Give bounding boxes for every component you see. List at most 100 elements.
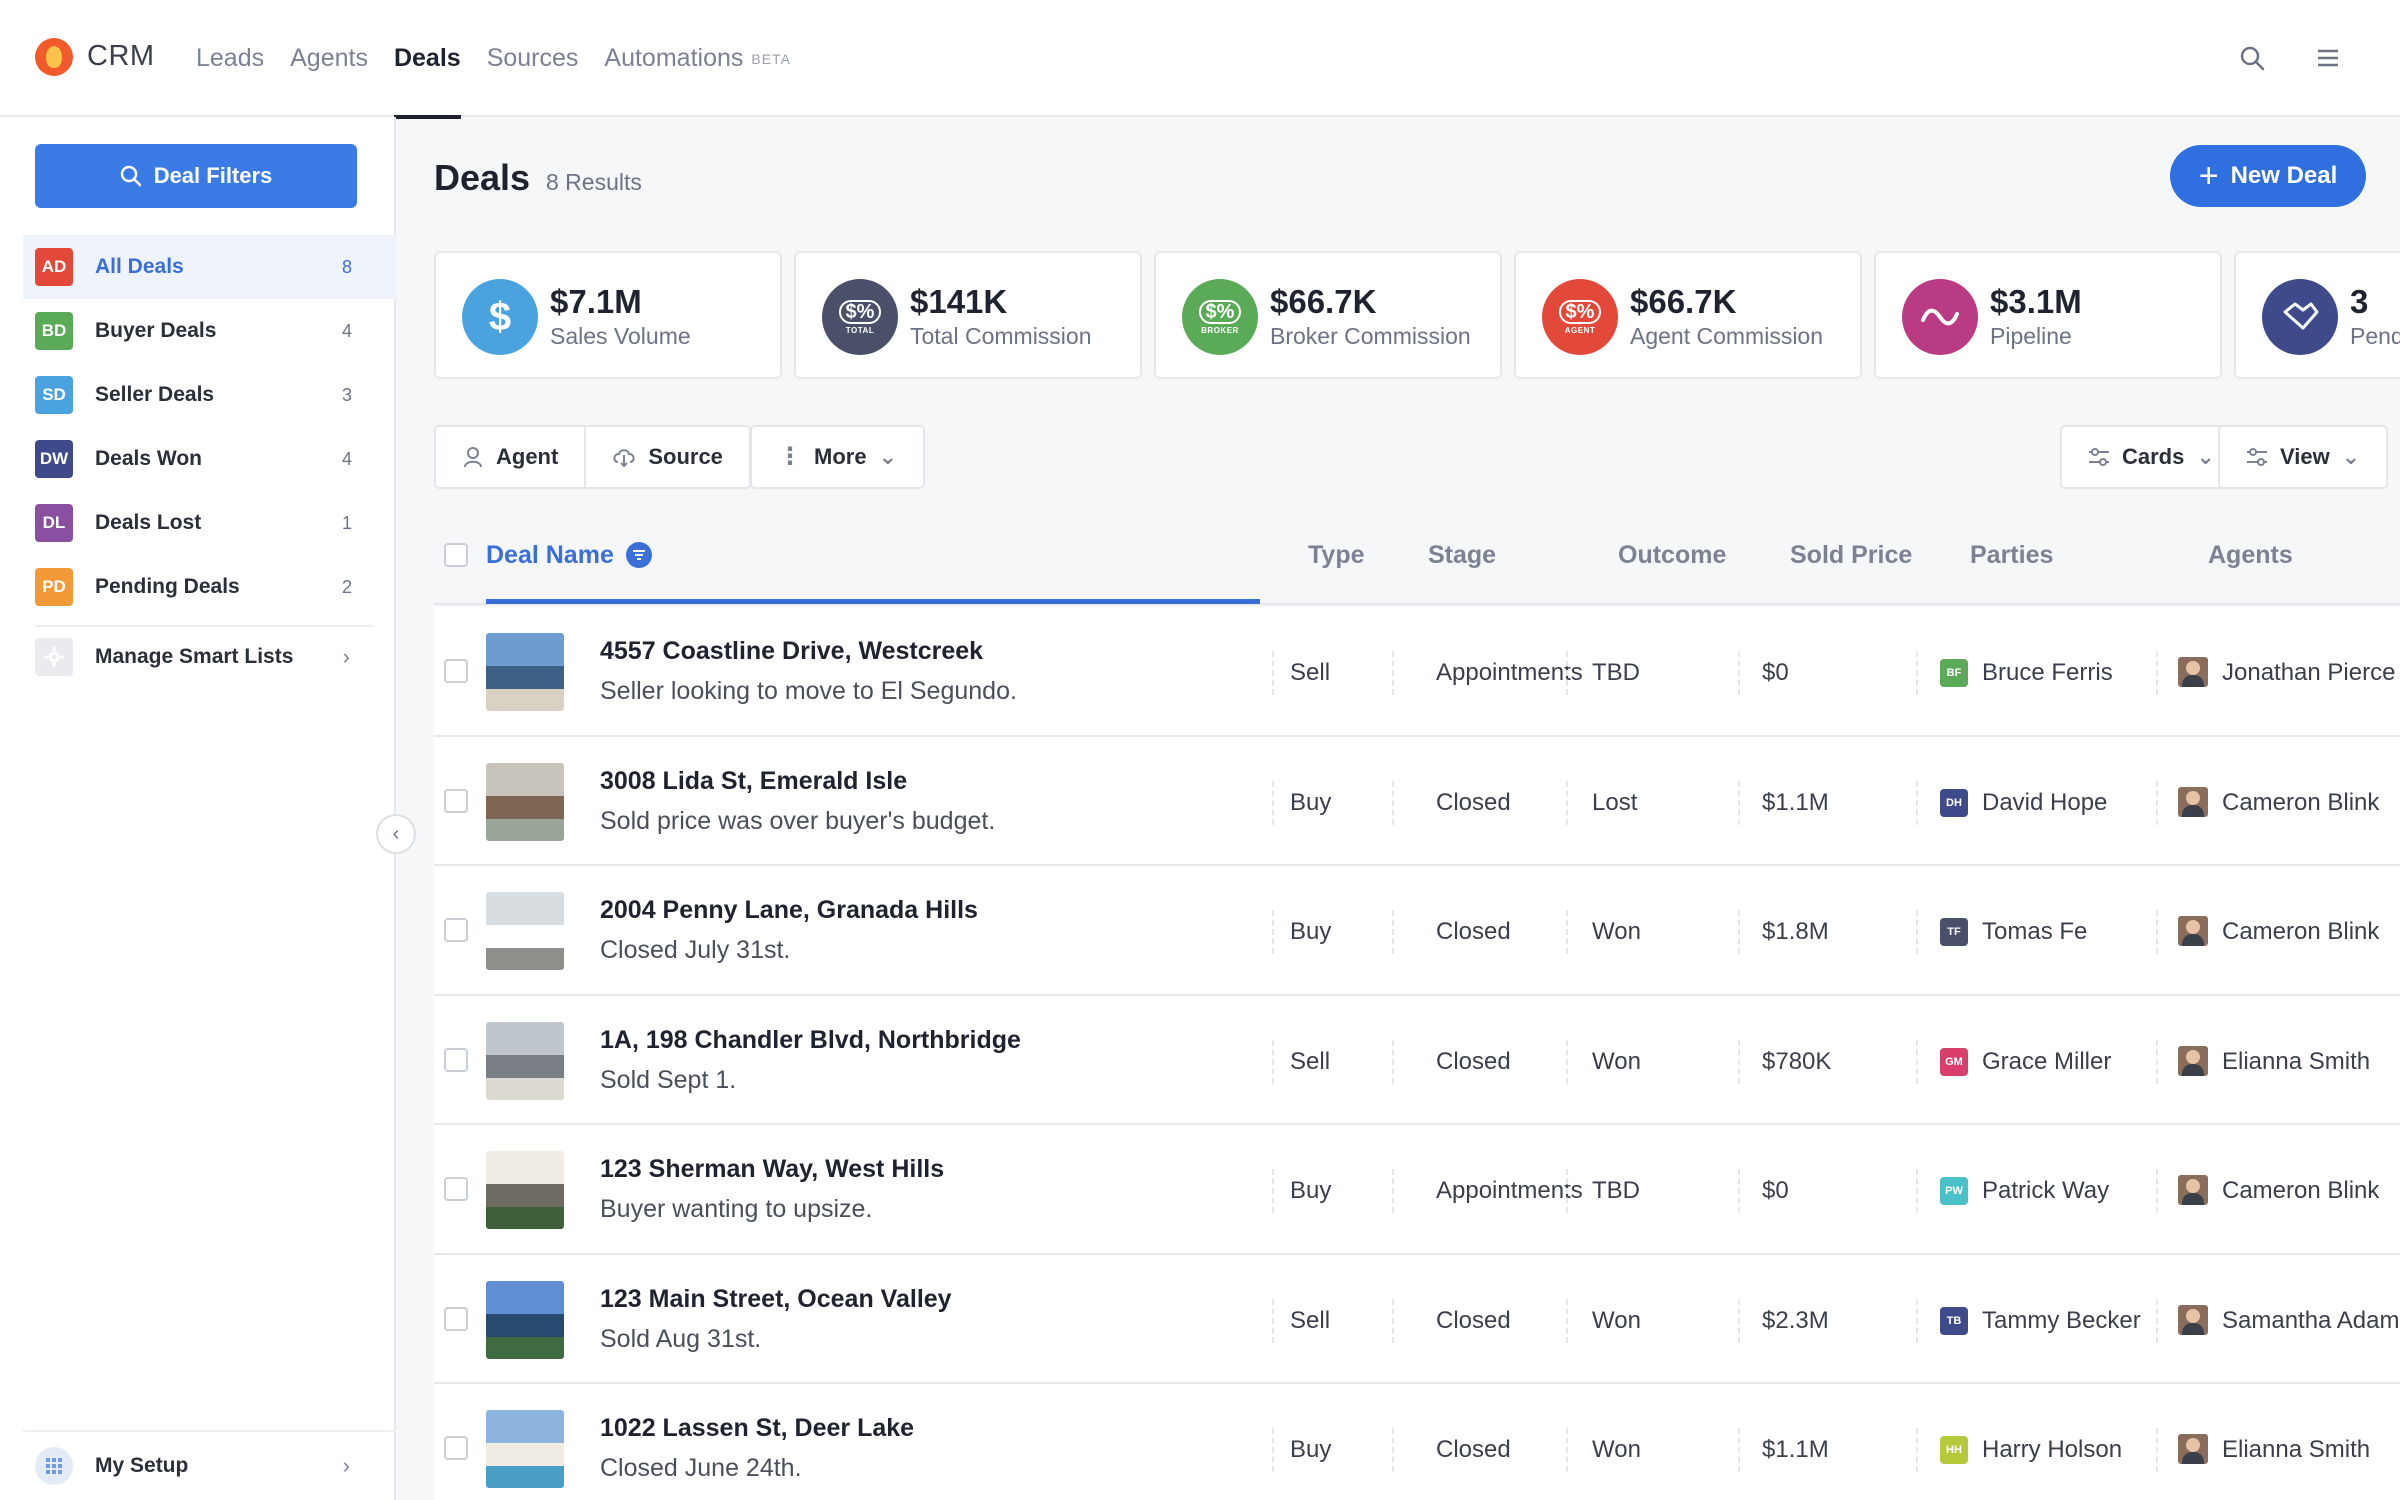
- agent-name[interactable]: Samantha Adam: [2222, 1307, 2399, 1335]
- nav-sources[interactable]: Sources: [487, 0, 579, 117]
- agent-filter-button[interactable]: Agent: [436, 427, 584, 487]
- column-agents[interactable]: Agents: [2208, 507, 2293, 603]
- deal-filters-label: Deal Filters: [153, 163, 273, 188]
- stat-card[interactable]: $ $7.1M Sales Volume: [434, 251, 782, 379]
- stat-card[interactable]: $% AGENT $66.7K Agent Commission: [1514, 251, 1862, 379]
- deal-name[interactable]: 1022 Lassen St, Deer Lake: [600, 1414, 914, 1443]
- sort-filter-icon[interactable]: [625, 542, 652, 568]
- agent-name[interactable]: Cameron Blink: [2222, 918, 2379, 946]
- agent-name[interactable]: Jonathan Pierce: [2222, 659, 2395, 687]
- deal-stage: Appointments: [1436, 1177, 1583, 1204]
- column-outcome[interactable]: Outcome: [1618, 507, 1726, 603]
- row-checkbox[interactable]: [444, 1436, 468, 1460]
- cell-divider: [1916, 780, 1918, 825]
- column-stage[interactable]: Stage: [1428, 507, 1496, 603]
- more-filters-label: More: [814, 444, 867, 469]
- agent-avatar: [2178, 786, 2208, 817]
- sidebar-item-pending-deals[interactable]: PD Pending Deals 2: [23, 555, 396, 619]
- deal-name[interactable]: 4557 Coastline Drive, Westcreek: [600, 637, 983, 666]
- row-checkbox[interactable]: [444, 1306, 468, 1331]
- sidebar-item-buyer-deals[interactable]: BD Buyer Deals 4: [23, 299, 396, 363]
- collapse-sidebar-button[interactable]: ‹: [376, 814, 416, 854]
- deal-filters-button[interactable]: Deal Filters: [35, 144, 357, 208]
- cell-divider: [1738, 651, 1740, 695]
- deal-stage: Appointments: [1436, 659, 1583, 686]
- party-name[interactable]: Tammy Becker: [1982, 1307, 2141, 1335]
- table-row[interactable]: 1A, 198 Chandler Blvd, Northbridge Sold S…: [434, 995, 2400, 1125]
- agent-name[interactable]: Elianna Smith: [2222, 1436, 2370, 1464]
- deal-name[interactable]: 123 Sherman Way, West Hills: [600, 1155, 944, 1184]
- deal-description: Closed June 24th.: [600, 1454, 802, 1482]
- sidebar-item-all-deals[interactable]: AD All Deals 8: [23, 235, 396, 299]
- party-name[interactable]: Bruce Ferris: [1982, 659, 2113, 687]
- table-row[interactable]: 1022 Lassen St, Deer Lake Closed June 24t…: [434, 1384, 2400, 1500]
- stat-cards: $ $7.1M Sales Volume $% TOTAL $141K Total Comm…: [434, 251, 2400, 379]
- party-name[interactable]: David Hope: [1982, 789, 2107, 817]
- deal-name[interactable]: 2004 Penny Lane, Granada Hills: [600, 896, 978, 925]
- agent-name[interactable]: Cameron Blink: [2222, 789, 2379, 817]
- row-checkbox[interactable]: [444, 1177, 468, 1201]
- sidebar-item-deals-lost[interactable]: DL Deals Lost 1: [23, 491, 396, 555]
- nav-leads[interactable]: Leads: [196, 0, 264, 117]
- source-filter-button[interactable]: Source: [584, 427, 749, 487]
- sidebar-item-count: 3: [341, 384, 352, 405]
- search-icon: [120, 165, 141, 187]
- deal-outcome: Lost: [1592, 788, 1638, 816]
- stat-card[interactable]: $% TOTAL $141K Total Commission: [794, 251, 1142, 379]
- manage-smart-lists[interactable]: Manage Smart Lists ›: [23, 627, 396, 687]
- top-bar: CRM Leads Agents Deals Sources Automatio…: [0, 0, 2400, 119]
- view-options-button[interactable]: View ⌄: [2220, 427, 2386, 487]
- stat-card[interactable]: $3.1M Pipeline: [1874, 251, 2222, 379]
- cell-divider: [2156, 651, 2158, 695]
- row-checkbox[interactable]: [444, 788, 468, 813]
- column-parties[interactable]: Parties: [1970, 507, 2053, 603]
- select-all-checkbox[interactable]: [444, 507, 468, 603]
- cards-toggle-button[interactable]: Cards ⌄: [2062, 427, 2241, 487]
- cell-divider: [2156, 1039, 2158, 1084]
- deal-outcome: Won: [1592, 1306, 1641, 1334]
- filter-group: Agent Source: [434, 425, 751, 489]
- row-checkbox[interactable]: [444, 918, 468, 942]
- list-badge: SD: [35, 376, 73, 414]
- sidebar-item-count: 8: [341, 256, 352, 277]
- cell-divider: [1272, 651, 1274, 695]
- party-name[interactable]: Patrick Way: [1982, 1177, 2109, 1205]
- nav-automations[interactable]: Automations BETA: [604, 0, 791, 117]
- sidebar-item-deals-won[interactable]: DW Deals Won 4: [23, 427, 396, 491]
- party-name[interactable]: Harry Holson: [1982, 1436, 2122, 1464]
- row-checkbox[interactable]: [444, 1047, 468, 1072]
- column-deal-name[interactable]: Deal Name: [486, 507, 652, 603]
- deal-name[interactable]: 3008 Lida St, Emerald Isle: [600, 767, 907, 796]
- nav-agents[interactable]: Agents: [290, 0, 368, 117]
- table-row[interactable]: 123 Sherman Way, West Hills Buyer wanting…: [434, 1125, 2400, 1255]
- property-thumbnail: [486, 633, 564, 711]
- table-row[interactable]: 123 Main Street, Ocean Valley Sold Aug 31…: [434, 1254, 2400, 1384]
- agent-name[interactable]: Cameron Blink: [2222, 1177, 2379, 1205]
- table-row[interactable]: 2004 Penny Lane, Granada Hills Closed Jul…: [434, 866, 2400, 996]
- hamburger-icon[interactable]: [2310, 40, 2346, 76]
- agent-avatar: [2178, 1045, 2208, 1076]
- nav-deals[interactable]: Deals: [393, 0, 461, 119]
- stat-card[interactable]: 3 Pending: [2234, 251, 2400, 379]
- my-setup[interactable]: My Setup ›: [23, 1430, 396, 1500]
- agent-name[interactable]: Elianna Smith: [2222, 1048, 2370, 1076]
- deal-name[interactable]: 123 Main Street, Ocean Valley: [600, 1285, 952, 1314]
- table-row[interactable]: 4557 Coastline Drive, Westcreek Seller lo…: [434, 607, 2400, 737]
- sidebar-item-label: Deals Won: [95, 447, 202, 470]
- stat-label: Agent Commission: [1630, 323, 1824, 349]
- deal-name[interactable]: 1A, 198 Chandler Blvd, Northbridge: [600, 1026, 1021, 1055]
- stat-card[interactable]: $% BROKER $66.7K Broker Commission: [1154, 251, 1502, 379]
- sidebar-item-seller-deals[interactable]: SD Seller Deals 3: [23, 363, 396, 427]
- search-icon[interactable]: [2234, 40, 2270, 76]
- column-type[interactable]: Type: [1308, 507, 1365, 603]
- party-name[interactable]: Grace Miller: [1982, 1048, 2111, 1076]
- flame-logo-icon[interactable]: [35, 38, 73, 76]
- column-sold-price[interactable]: Sold Price: [1790, 507, 1912, 603]
- new-deal-button[interactable]: + New Deal: [2170, 145, 2366, 207]
- more-filters-button[interactable]: ⋮ More ⌄: [752, 427, 923, 487]
- table-row[interactable]: 3008 Lida St, Emerald Isle Sold price was…: [434, 736, 2400, 866]
- row-checkbox[interactable]: [444, 659, 468, 683]
- cell-divider: [1738, 780, 1740, 825]
- party-name[interactable]: Tomas Fe: [1982, 918, 2087, 946]
- pipeline-icon: [1902, 279, 1978, 355]
